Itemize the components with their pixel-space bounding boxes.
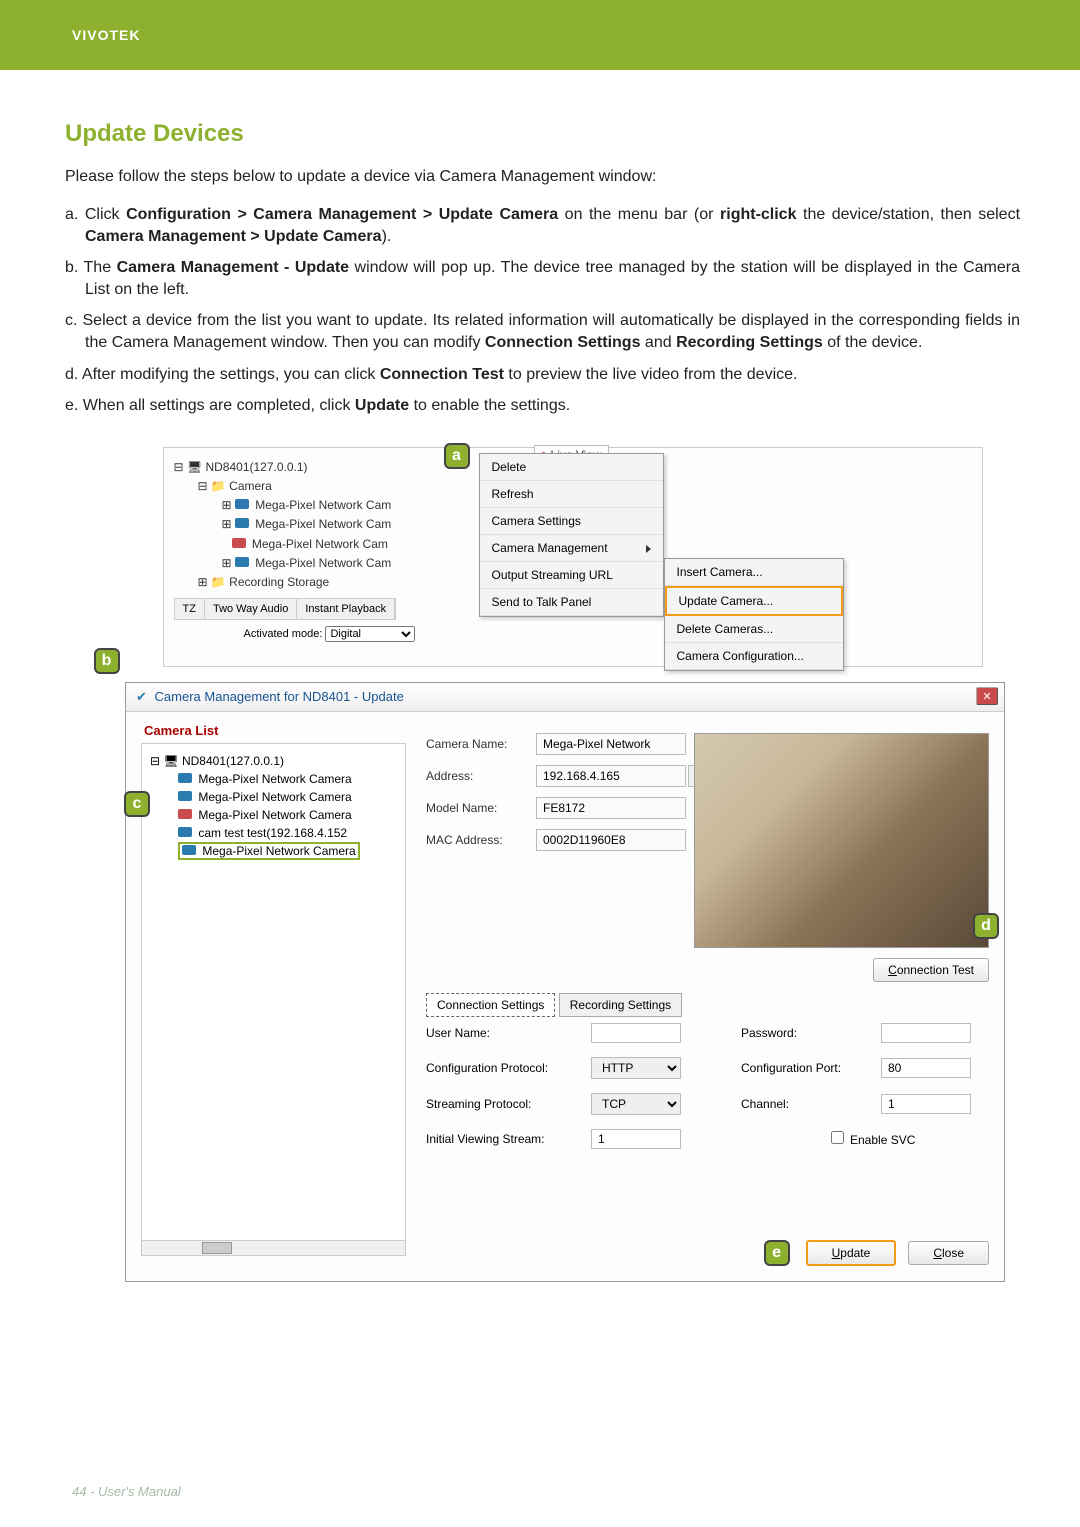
settings-tabs: Connection Settings Recording Settings <box>426 993 682 1017</box>
submenu-delete[interactable]: Delete Cameras... <box>665 616 843 643</box>
annotation-a: a <box>444 443 470 469</box>
tree-item[interactable]: cam test test(192.168.4.152 <box>150 824 397 842</box>
model-field[interactable] <box>536 797 686 819</box>
step-c: c. Select a device from the list you wan… <box>65 310 1020 353</box>
close-button[interactable]: Close <box>908 1241 989 1265</box>
menu-refresh[interactable]: Refresh <box>480 481 663 508</box>
username-label: User Name: <box>426 1026 591 1040</box>
content-area: Update Devices Please follow the steps b… <box>0 70 1080 1282</box>
step-b: b. The Camera Management - Update window… <box>65 257 1020 300</box>
menu-camera-management[interactable]: Camera Management <box>480 535 663 562</box>
tab-twoway[interactable]: Two Way Audio <box>205 599 297 619</box>
channel-label: Channel: <box>741 1097 881 1111</box>
username-field[interactable] <box>591 1023 681 1043</box>
mode-label: Activated mode: <box>244 628 323 640</box>
stream-protocol-select[interactable]: TCP <box>591 1093 681 1115</box>
tree-item[interactable]: Mega-Pixel Network Camera <box>150 788 397 806</box>
cfg-protocol-select[interactable]: HTTP <box>591 1057 681 1079</box>
tab-connection-settings[interactable]: Connection Settings <box>426 993 555 1017</box>
window-title: Camera Management for ND8401 - Update <box>155 689 404 704</box>
context-menu: Delete Refresh Camera Settings Camera Ma… <box>479 453 664 617</box>
check-icon: ✔ <box>136 689 147 704</box>
camera-list-label: Camera List <box>144 723 218 738</box>
tree-item[interactable]: Mega-Pixel Network Camera <box>150 806 397 824</box>
annotation-e: e <box>764 1240 790 1266</box>
password-field[interactable] <box>881 1023 971 1043</box>
model-label: Model Name: <box>426 801 536 815</box>
close-icon[interactable]: ✕ <box>976 687 998 705</box>
device-tree[interactable]: ⊟ 🖥 ND8401(127.0.0.1) ⊟ 📁 Camera ⊞ Mega-… <box>174 458 392 592</box>
steps-list: a. Click Configuration > Camera Manageme… <box>65 204 1020 417</box>
annotation-d: d <box>973 913 999 939</box>
tab-tz[interactable]: TZ <box>175 599 205 619</box>
tree-item-selected[interactable]: Mega-Pixel Network Camera <box>178 842 360 860</box>
update-button[interactable]: Update <box>806 1240 897 1266</box>
screenshots: a b ●Live View ⊟ 🖥 ND8401(127.0.0.1) ⊟ 📁… <box>65 447 1020 1282</box>
scrollbar-horizontal[interactable] <box>141 1240 406 1256</box>
annotation-c: c <box>124 791 150 817</box>
camera-name-field[interactable] <box>536 733 686 755</box>
tab-recording-settings[interactable]: Recording Settings <box>559 993 682 1017</box>
menu-delete[interactable]: Delete <box>480 454 663 481</box>
cfg-protocol-label: Configuration Protocol: <box>426 1061 591 1075</box>
step-a: a. Click Configuration > Camera Manageme… <box>65 204 1020 247</box>
submenu-config[interactable]: Camera Configuration... <box>665 643 843 670</box>
header-bar: VIVOTEK <box>0 0 1080 70</box>
address-field[interactable] <box>536 765 686 787</box>
step-d: d. After modifying the settings, you can… <box>65 364 1020 386</box>
tab-instant[interactable]: Instant Playback <box>297 599 395 619</box>
annotation-b: b <box>94 648 120 674</box>
menu-camera-settings[interactable]: Camera Settings <box>480 508 663 535</box>
page-footer: 44 - User's Manual <box>72 1484 181 1499</box>
connection-settings-panel: User Name: Password: Configuration Proto… <box>426 1023 989 1163</box>
tabs-row: TZ Two Way Audio Instant Playback <box>174 598 397 620</box>
camera-details: Camera Name: Address:⟳ Model Name: MAC A… <box>426 733 714 861</box>
submenu-update[interactable]: Update Camera... <box>665 586 843 616</box>
submenu-insert[interactable]: Insert Camera... <box>665 559 843 586</box>
window-titlebar: ✔ Camera Management for ND8401 - Update … <box>126 683 1004 712</box>
intro-text: Please follow the steps below to update … <box>65 168 1020 186</box>
connection-test-button[interactable]: Connection Test <box>873 958 989 982</box>
camera-name-label: Camera Name: <box>426 737 536 751</box>
camera-mgmt-submenu: Insert Camera... Update Camera... Delete… <box>664 558 844 671</box>
screenshot-context-menu: a b ●Live View ⊟ 🖥 ND8401(127.0.0.1) ⊟ 📁… <box>163 447 983 667</box>
page-title: Update Devices <box>65 120 1020 148</box>
enable-svc-checkbox[interactable] <box>831 1131 844 1144</box>
initial-stream-label: Initial Viewing Stream: <box>426 1132 591 1146</box>
address-label: Address: <box>426 769 536 783</box>
initial-stream-field[interactable] <box>591 1129 681 1149</box>
menu-output-url[interactable]: Output Streaming URL <box>480 562 663 589</box>
mode-select[interactable]: Digital <box>325 626 415 642</box>
password-label: Password: <box>741 1026 881 1040</box>
mac-label: MAC Address: <box>426 833 536 847</box>
camera-list-tree[interactable]: ⊟ 🖥 ND8401(127.0.0.1) Mega-Pixel Network… <box>141 743 406 1248</box>
step-e: e. When all settings are completed, clic… <box>65 395 1020 417</box>
video-preview <box>694 733 989 948</box>
chevron-right-icon <box>646 545 651 553</box>
activated-mode-row: Activated mode: Digital <box>244 626 416 642</box>
enable-svc-row[interactable]: Enable SVC <box>831 1131 915 1147</box>
channel-field[interactable] <box>881 1094 971 1114</box>
stream-protocol-label: Streaming Protocol: <box>426 1097 591 1111</box>
cfg-port-field[interactable] <box>881 1058 971 1078</box>
tree-item[interactable]: Mega-Pixel Network Camera <box>150 770 397 788</box>
menu-send-talk[interactable]: Send to Talk Panel <box>480 589 663 616</box>
cfg-port-label: Configuration Port: <box>741 1061 881 1075</box>
brand-text: VIVOTEK <box>72 27 140 43</box>
footer-buttons: e Update Close <box>764 1240 989 1266</box>
mac-field[interactable] <box>536 829 686 851</box>
screenshot-update-window: c d ✔ Camera Management for ND8401 - Upd… <box>125 682 1005 1282</box>
